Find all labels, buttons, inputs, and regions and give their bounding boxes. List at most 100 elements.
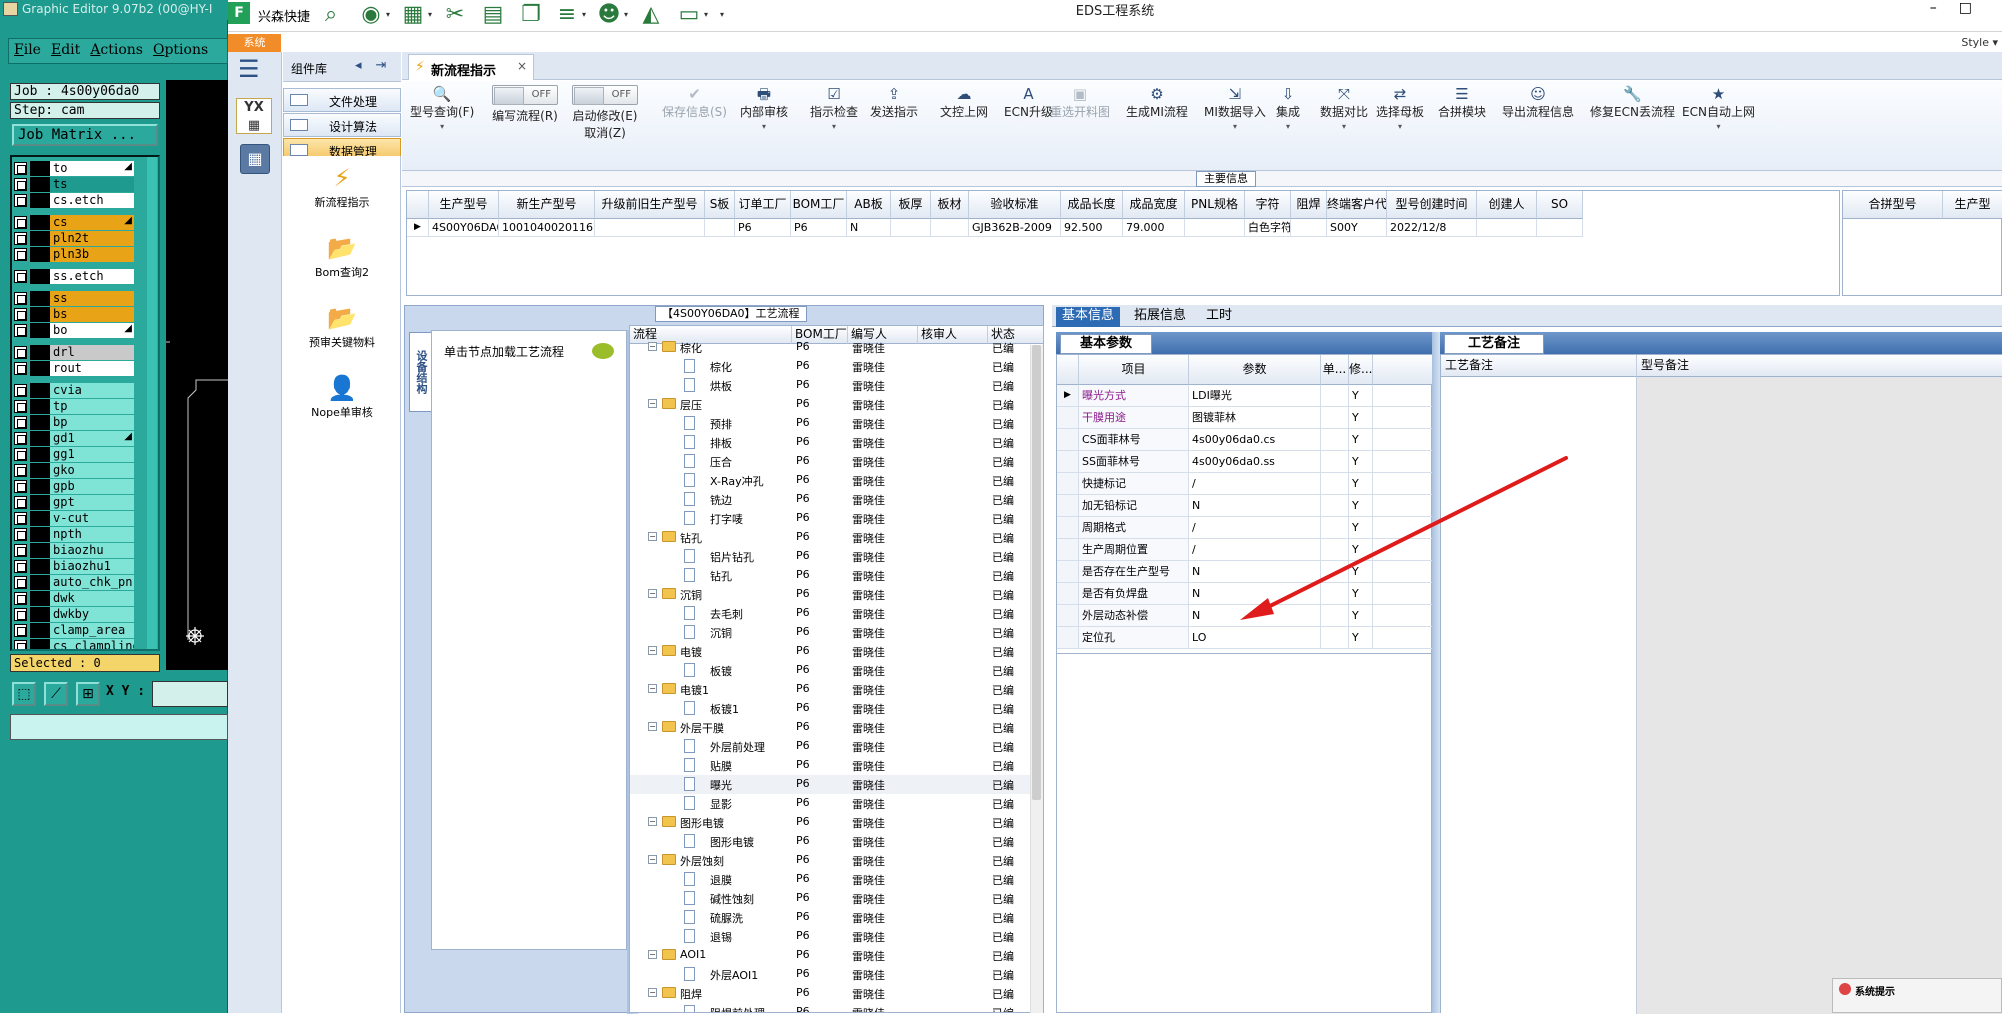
arrow-right-icon[interactable]: ⇥ <box>376 58 401 73</box>
shortcut-3[interactable]: 👤 Nope单审核 <box>283 374 401 420</box>
layer-row[interactable]: drl <box>14 345 134 360</box>
layer-row[interactable]: ss.etch <box>14 269 134 284</box>
tree-node-label[interactable]: 预排 <box>710 416 732 432</box>
toolbar-button-2[interactable]: OFF 启动修改(E) 取消(Z) <box>572 85 638 141</box>
layer-checkbox[interactable] <box>14 528 27 541</box>
param-item-cell[interactable]: 周期格式 <box>1079 517 1189 539</box>
tree-row[interactable]: − AOI1 P6 雷晓佳 已编 <box>630 946 1043 965</box>
tree-node-label[interactable]: 沉铜 <box>710 625 732 641</box>
tree-node-label[interactable]: 钻孔 <box>710 568 732 584</box>
expand-toggle-icon[interactable]: − <box>648 532 657 541</box>
param-unit-cell[interactable] <box>1321 627 1349 649</box>
grid-col-header[interactable]: 字符 <box>1245 191 1291 219</box>
tree-node-label[interactable]: 排板 <box>710 435 732 451</box>
toolbar-button-4[interactable]: 🖶 内部审核 ▾ <box>740 85 788 131</box>
tree-row[interactable]: 钻孔 P6 雷晓佳 已编 <box>630 566 1043 585</box>
arrow-left-icon[interactable]: ◂ <box>355 58 376 73</box>
tree-node-label[interactable]: 棕化 <box>680 340 702 356</box>
tab-work-hours[interactable]: 工时 <box>1200 307 1238 327</box>
graphic-canvas[interactable] <box>166 80 228 670</box>
chevron-down-icon[interactable]: ▾ <box>1682 122 1755 131</box>
toolbar-button-10[interactable]: ⚙ 生成MI流程 <box>1126 85 1188 120</box>
library-item-design-algorithm[interactable]: 设计算法 <box>283 113 401 137</box>
grid-col-header[interactable]: 订单工厂 <box>735 191 791 219</box>
grid-cell[interactable]: P6 <box>791 219 847 237</box>
expand-toggle-icon[interactable]: − <box>648 988 657 997</box>
tree-row[interactable]: 外层前处理 P6 雷晓佳 已编 <box>630 737 1043 756</box>
chevron-down-icon[interactable]: ▾ <box>410 122 474 131</box>
grid-col-header[interactable]: AB板 <box>847 191 891 219</box>
grid-cell[interactable] <box>1537 219 1583 237</box>
expand-toggle-icon[interactable]: − <box>648 684 657 693</box>
grid-cell[interactable]: N <box>847 219 891 237</box>
layer-checkbox[interactable] <box>14 324 27 337</box>
layer-name[interactable]: auto_chk_pn <box>50 575 134 590</box>
tree-row[interactable]: 硫脲洗 P6 雷晓佳 已编 <box>630 908 1043 927</box>
param-value-cell[interactable]: N <box>1189 583 1321 605</box>
expand-toggle-icon[interactable]: − <box>648 722 657 731</box>
process-tree-grid[interactable]: 流程 BOM工厂 编写人 核审人 状态 − 棕化 P6 雷晓佳 已编 棕化 P6 雷晓佳 已编 烘板 P6 雷晓… <box>629 325 1044 1013</box>
tree-node-label[interactable]: 外层AOI1 <box>710 967 758 983</box>
tree-node-label[interactable]: 退膜 <box>710 872 732 888</box>
params-collapse-handle[interactable] <box>1432 332 1440 1013</box>
tree-row[interactable]: − 外层干膜 P6 雷晓佳 已编 <box>630 718 1043 737</box>
layer-row[interactable]: v-cut <box>14 511 134 526</box>
chevron-down-icon[interactable]: ▾ <box>1276 122 1300 131</box>
layer-name[interactable]: pln3b <box>50 247 134 262</box>
tree-node-label[interactable]: 棕化 <box>710 359 732 375</box>
equipment-structure-tab[interactable]: 设备结构 <box>409 332 431 412</box>
param-item-cell[interactable]: CS面菲林号 <box>1079 429 1189 451</box>
param-flag-cell[interactable]: Y <box>1349 473 1373 495</box>
layer-name[interactable]: ss.etch <box>50 269 134 284</box>
toolbar-button-12[interactable]: ⇩ 集成 ▾ <box>1276 85 1300 131</box>
param-col-header[interactable]: 项目 <box>1079 355 1189 385</box>
layer-name[interactable]: cs_clampline <box>50 639 134 649</box>
layer-name[interactable]: clamp_area <box>50 623 134 638</box>
job-matrix-button[interactable]: Job Matrix ... <box>12 124 158 146</box>
layer-name[interactable]: biaozhu1 <box>50 559 134 574</box>
layer-checkbox[interactable] <box>14 400 27 413</box>
grid-col-header[interactable]: 板材 <box>931 191 969 219</box>
expand-toggle-icon[interactable]: − <box>648 589 657 598</box>
toolbar-button-8[interactable]: A ECN升级 <box>1004 85 1053 120</box>
layer-name[interactable]: gpt <box>50 495 134 510</box>
layer-row[interactable]: to ◢ <box>14 161 134 176</box>
param-unit-cell[interactable] <box>1321 495 1349 517</box>
tree-row[interactable]: 曝光 P6 雷晓佳 已编 <box>630 775 1043 794</box>
param-item-cell[interactable]: 是否存在生产型号 <box>1079 561 1189 583</box>
expand-toggle-icon[interactable]: − <box>648 342 657 351</box>
layer-name[interactable]: dwkby <box>50 607 134 622</box>
param-unit-cell[interactable] <box>1321 451 1349 473</box>
tree-row[interactable]: 阻焊前处理 P6 雷晓佳 已编 <box>630 1003 1043 1012</box>
zoom-tool-button[interactable]: ⬚ <box>12 682 36 706</box>
param-flag-cell[interactable]: Y <box>1349 495 1373 517</box>
param-unit-cell[interactable] <box>1321 605 1349 627</box>
tree-row[interactable]: 去毛刺 P6 雷晓佳 已编 <box>630 604 1043 623</box>
tree-row[interactable]: 外层AOI1 P6 雷晓佳 已编 <box>630 965 1043 984</box>
toolbar-button-5[interactable]: ☑ 指示检查 ▾ <box>810 85 858 131</box>
tree-row[interactable]: 退膜 P6 雷晓佳 已编 <box>630 870 1043 889</box>
layer-name[interactable]: bo <box>50 323 134 338</box>
tree-node-label[interactable]: 电镀1 <box>680 682 709 698</box>
layer-checkbox[interactable] <box>14 608 27 621</box>
layer-row[interactable]: gg1 <box>14 447 134 462</box>
grid-col-header[interactable]: 成品宽度 <box>1123 191 1185 219</box>
tab-new-flow-instruction[interactable]: ⚡ 新流程指示 × <box>408 54 534 80</box>
layer-checkbox[interactable] <box>14 178 27 191</box>
layer-name[interactable]: npth <box>50 527 134 542</box>
basic-params-grid[interactable]: 项目 参数 单... 修... ▶ 曝光方式 LDI曝光 Y 干膜用途 图镀菲林 Y CS面菲林号 4s… <box>1056 354 1433 654</box>
param-value-cell[interactable]: LO <box>1189 627 1321 649</box>
style-menu[interactable]: Style ▾ <box>1961 36 1998 49</box>
grid-col-header[interactable]: SO <box>1537 191 1583 219</box>
layer-checkbox[interactable] <box>14 416 27 429</box>
tree-node-label[interactable]: 曝光 <box>710 777 732 793</box>
chevron-down-icon[interactable]: ▾ <box>1376 122 1424 131</box>
layer-checkbox[interactable] <box>14 248 27 261</box>
tree-node-label[interactable]: 沉铜 <box>680 587 702 603</box>
tree-node-label[interactable]: 打字唛 <box>710 511 743 527</box>
grid-cell[interactable] <box>1185 219 1245 237</box>
expand-toggle-icon[interactable]: − <box>648 950 657 959</box>
expand-toggle-icon[interactable]: − <box>648 817 657 826</box>
layer-checkbox[interactable] <box>14 270 27 283</box>
toolbar-button-13[interactable]: ⤧ 数据对比 ▾ <box>1320 85 1368 131</box>
